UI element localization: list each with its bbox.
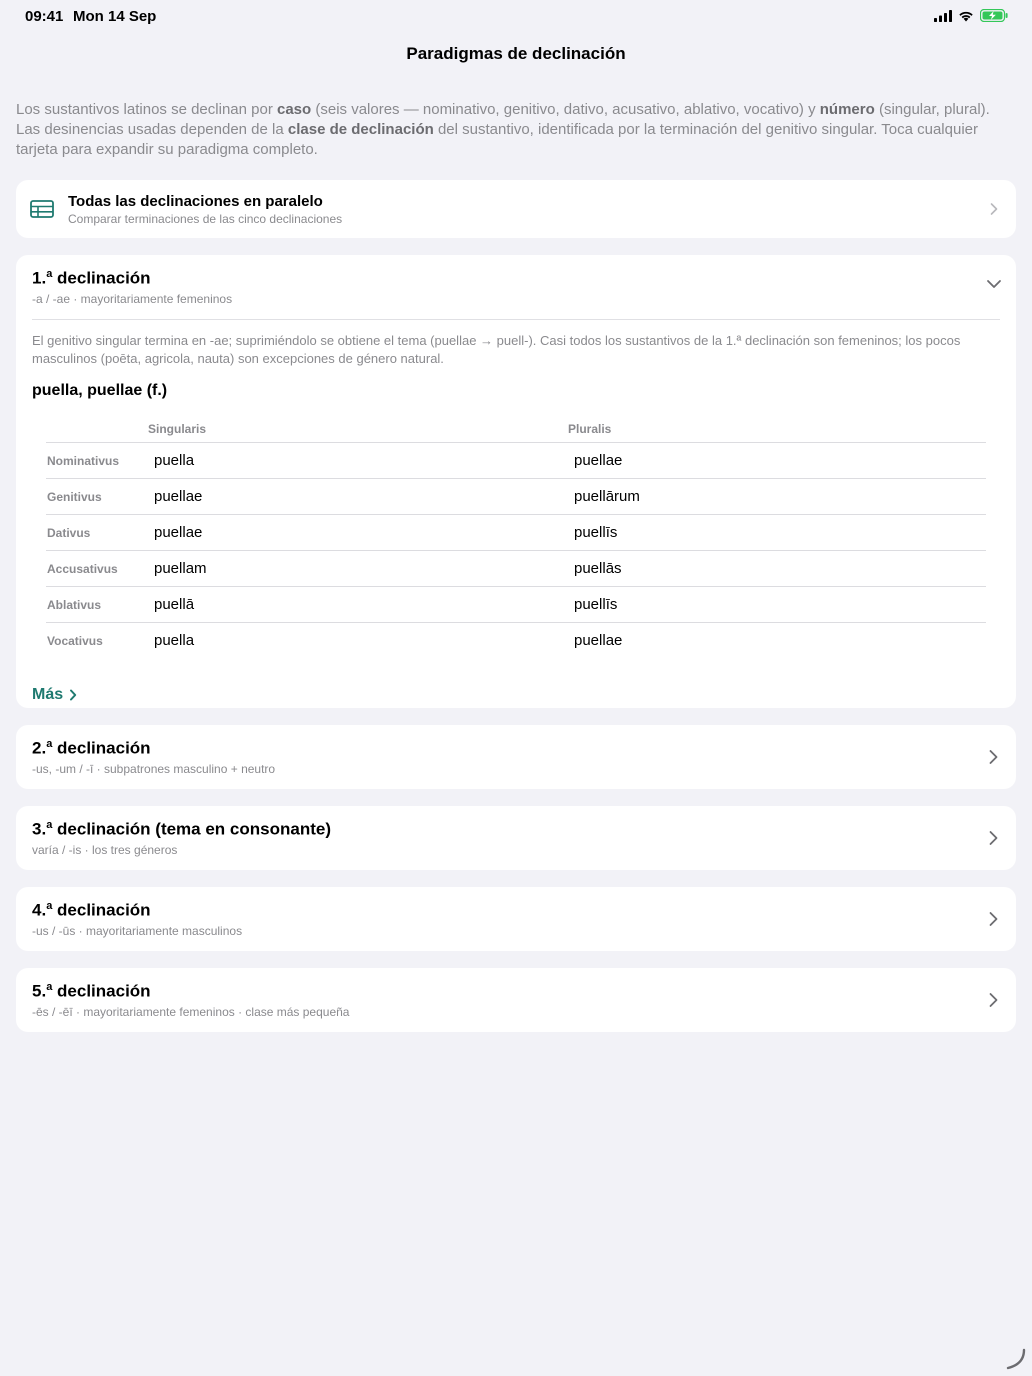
- declension-number: 1.: [32, 268, 47, 288]
- declension-number: 4.: [32, 900, 47, 920]
- declension-5-subtitle: -ēs / -ēī · mayoritariamente femeninos ·…: [32, 1005, 350, 1019]
- battery-charging-icon: [980, 9, 1008, 22]
- paradigm-table: Singularis Pluralis Nominativus puella p…: [46, 422, 986, 658]
- chevron-right-icon: [989, 993, 998, 1007]
- intro-text: Los sustantivos latinos se declinan por: [16, 101, 277, 118]
- declension-2-subtitle: -us, -um / -ī · subpatrones masculino + …: [32, 762, 276, 776]
- table-grid-icon: [30, 200, 54, 218]
- singular-form: puellā: [148, 586, 568, 623]
- plural-form: puellīs: [568, 586, 986, 623]
- declension-1-title: 1.a declinación: [32, 268, 151, 289]
- case-name: Accusativus: [46, 550, 148, 587]
- intro-bold-numero: número: [819, 101, 875, 118]
- table-row: Vocativus puella puellae: [46, 623, 986, 659]
- declension-number: 3.: [32, 819, 47, 839]
- case-column-header: [46, 422, 148, 443]
- singular-form: puellam: [148, 550, 568, 587]
- declension-card-2[interactable]: 2.a declinación -us, -um / -ī · subpatro…: [16, 725, 1016, 789]
- cellular-signal-icon: [934, 9, 952, 22]
- declension-word: declinación (tema en consonante): [52, 819, 331, 839]
- singular-form: puella: [148, 442, 568, 479]
- table-row: Accusativus puellam puellās: [46, 550, 986, 587]
- table-row: Dativus puellae puellīs: [46, 514, 986, 551]
- lemma: puella, puellae (f.): [32, 382, 168, 399]
- singular-form: puella: [154, 632, 195, 649]
- case-name: Nominativus: [46, 442, 148, 479]
- case-name: Dativus: [46, 514, 148, 551]
- declension-5-title: 5.a declinación: [32, 981, 151, 1002]
- parallel-declensions-card[interactable]: Todas las declinaciones en paralelo Comp…: [16, 180, 1016, 238]
- declension-number: 2.: [32, 738, 47, 758]
- declension-card-4[interactable]: 4.a declinación -us / -ūs · mayoritariam…: [16, 887, 1016, 951]
- case-name: Vocativus: [47, 633, 103, 648]
- more-label: Más: [32, 686, 64, 703]
- plural-form: puellae: [568, 442, 986, 479]
- declension-1-subtitle: -a / -ae · mayoritariamente femeninos: [32, 292, 233, 306]
- intro-bold-caso: caso: [276, 101, 312, 118]
- chevron-right-icon: [70, 689, 77, 701]
- declension-2-title: 2.a declinación: [32, 738, 151, 759]
- case-name: Ablativus: [46, 586, 148, 623]
- parallel-subtitle: Comparar terminaciones de las cinco decl…: [68, 212, 343, 226]
- declension-4-subtitle: -us / -ūs · mayoritariamente masculinos: [32, 924, 243, 938]
- more-link[interactable]: Más: [32, 686, 77, 704]
- declension-card-5[interactable]: 5.a declinación -ēs / -ēī · mayoritariam…: [16, 968, 1016, 1032]
- page-title: Paradigmas de declinación: [406, 44, 626, 63]
- case-name: Genitivus: [46, 478, 148, 515]
- singular-form: puellae: [148, 514, 568, 551]
- chevron-right-icon: [989, 831, 998, 845]
- intro-paragraph: Los sustantivos latinos se declinan por …: [16, 100, 1016, 160]
- table-row: Genitivus puellae puellārum: [46, 478, 986, 515]
- table-row: Nominativus puella puellae: [46, 442, 986, 479]
- declension-1-description: El genitivo singular termina en -ae; sup…: [32, 333, 961, 366]
- plural-form: puellae: [574, 632, 623, 649]
- declension-word: declinación: [52, 900, 151, 920]
- singular-form: puellae: [148, 478, 568, 515]
- chevron-right-icon: [989, 912, 998, 926]
- chevron-right-icon: [989, 750, 998, 764]
- wifi-icon: [959, 11, 973, 21]
- plural-form: puellās: [568, 550, 986, 587]
- divider: [32, 319, 1000, 320]
- status-bar: 09:41 Mon 14 Sep: [0, 0, 1032, 32]
- declension-card-1: 1.a declinación -a / -ae · mayoritariame…: [16, 255, 1016, 708]
- chevron-right-icon: [990, 203, 998, 215]
- status-time: 09:41: [25, 8, 64, 25]
- declension-4-title: 4.a declinación: [32, 900, 151, 921]
- plural-column-header: Pluralis: [568, 422, 986, 443]
- declension-word: declinación: [52, 268, 151, 288]
- intro-text: (seis valores — nominativo, genitivo, da…: [311, 101, 820, 118]
- table-header-row: Singularis Pluralis: [46, 422, 986, 443]
- chevron-down-icon[interactable]: [986, 279, 1002, 289]
- intro-bold-clase: clase de declinación: [287, 121, 434, 138]
- declension-1-header[interactable]: 1.a declinación -a / -ae · mayoritariame…: [16, 255, 1016, 319]
- declension-word: declinación: [52, 981, 151, 1001]
- declension-word: declinación: [52, 738, 151, 758]
- parallel-title: Todas las declinaciones en paralelo: [68, 193, 323, 210]
- singular-column-header: Singularis: [148, 422, 568, 443]
- plural-form: puellārum: [568, 478, 986, 515]
- plural-form: puellīs: [568, 514, 986, 551]
- declension-3-subtitle: varía / -is · los tres géneros: [32, 843, 178, 857]
- status-icons: [934, 9, 1008, 22]
- declension-card-3[interactable]: 3.a declinación (tema en consonante) var…: [16, 806, 1016, 870]
- table-row: Ablativus puellā puellīs: [46, 586, 986, 623]
- status-date: Mon 14 Sep: [73, 8, 157, 25]
- declension-3-title: 3.a declinación (tema en consonante): [32, 819, 331, 840]
- declension-number: 5.: [32, 981, 47, 1001]
- resize-corner-icon[interactable]: [1004, 1348, 1026, 1370]
